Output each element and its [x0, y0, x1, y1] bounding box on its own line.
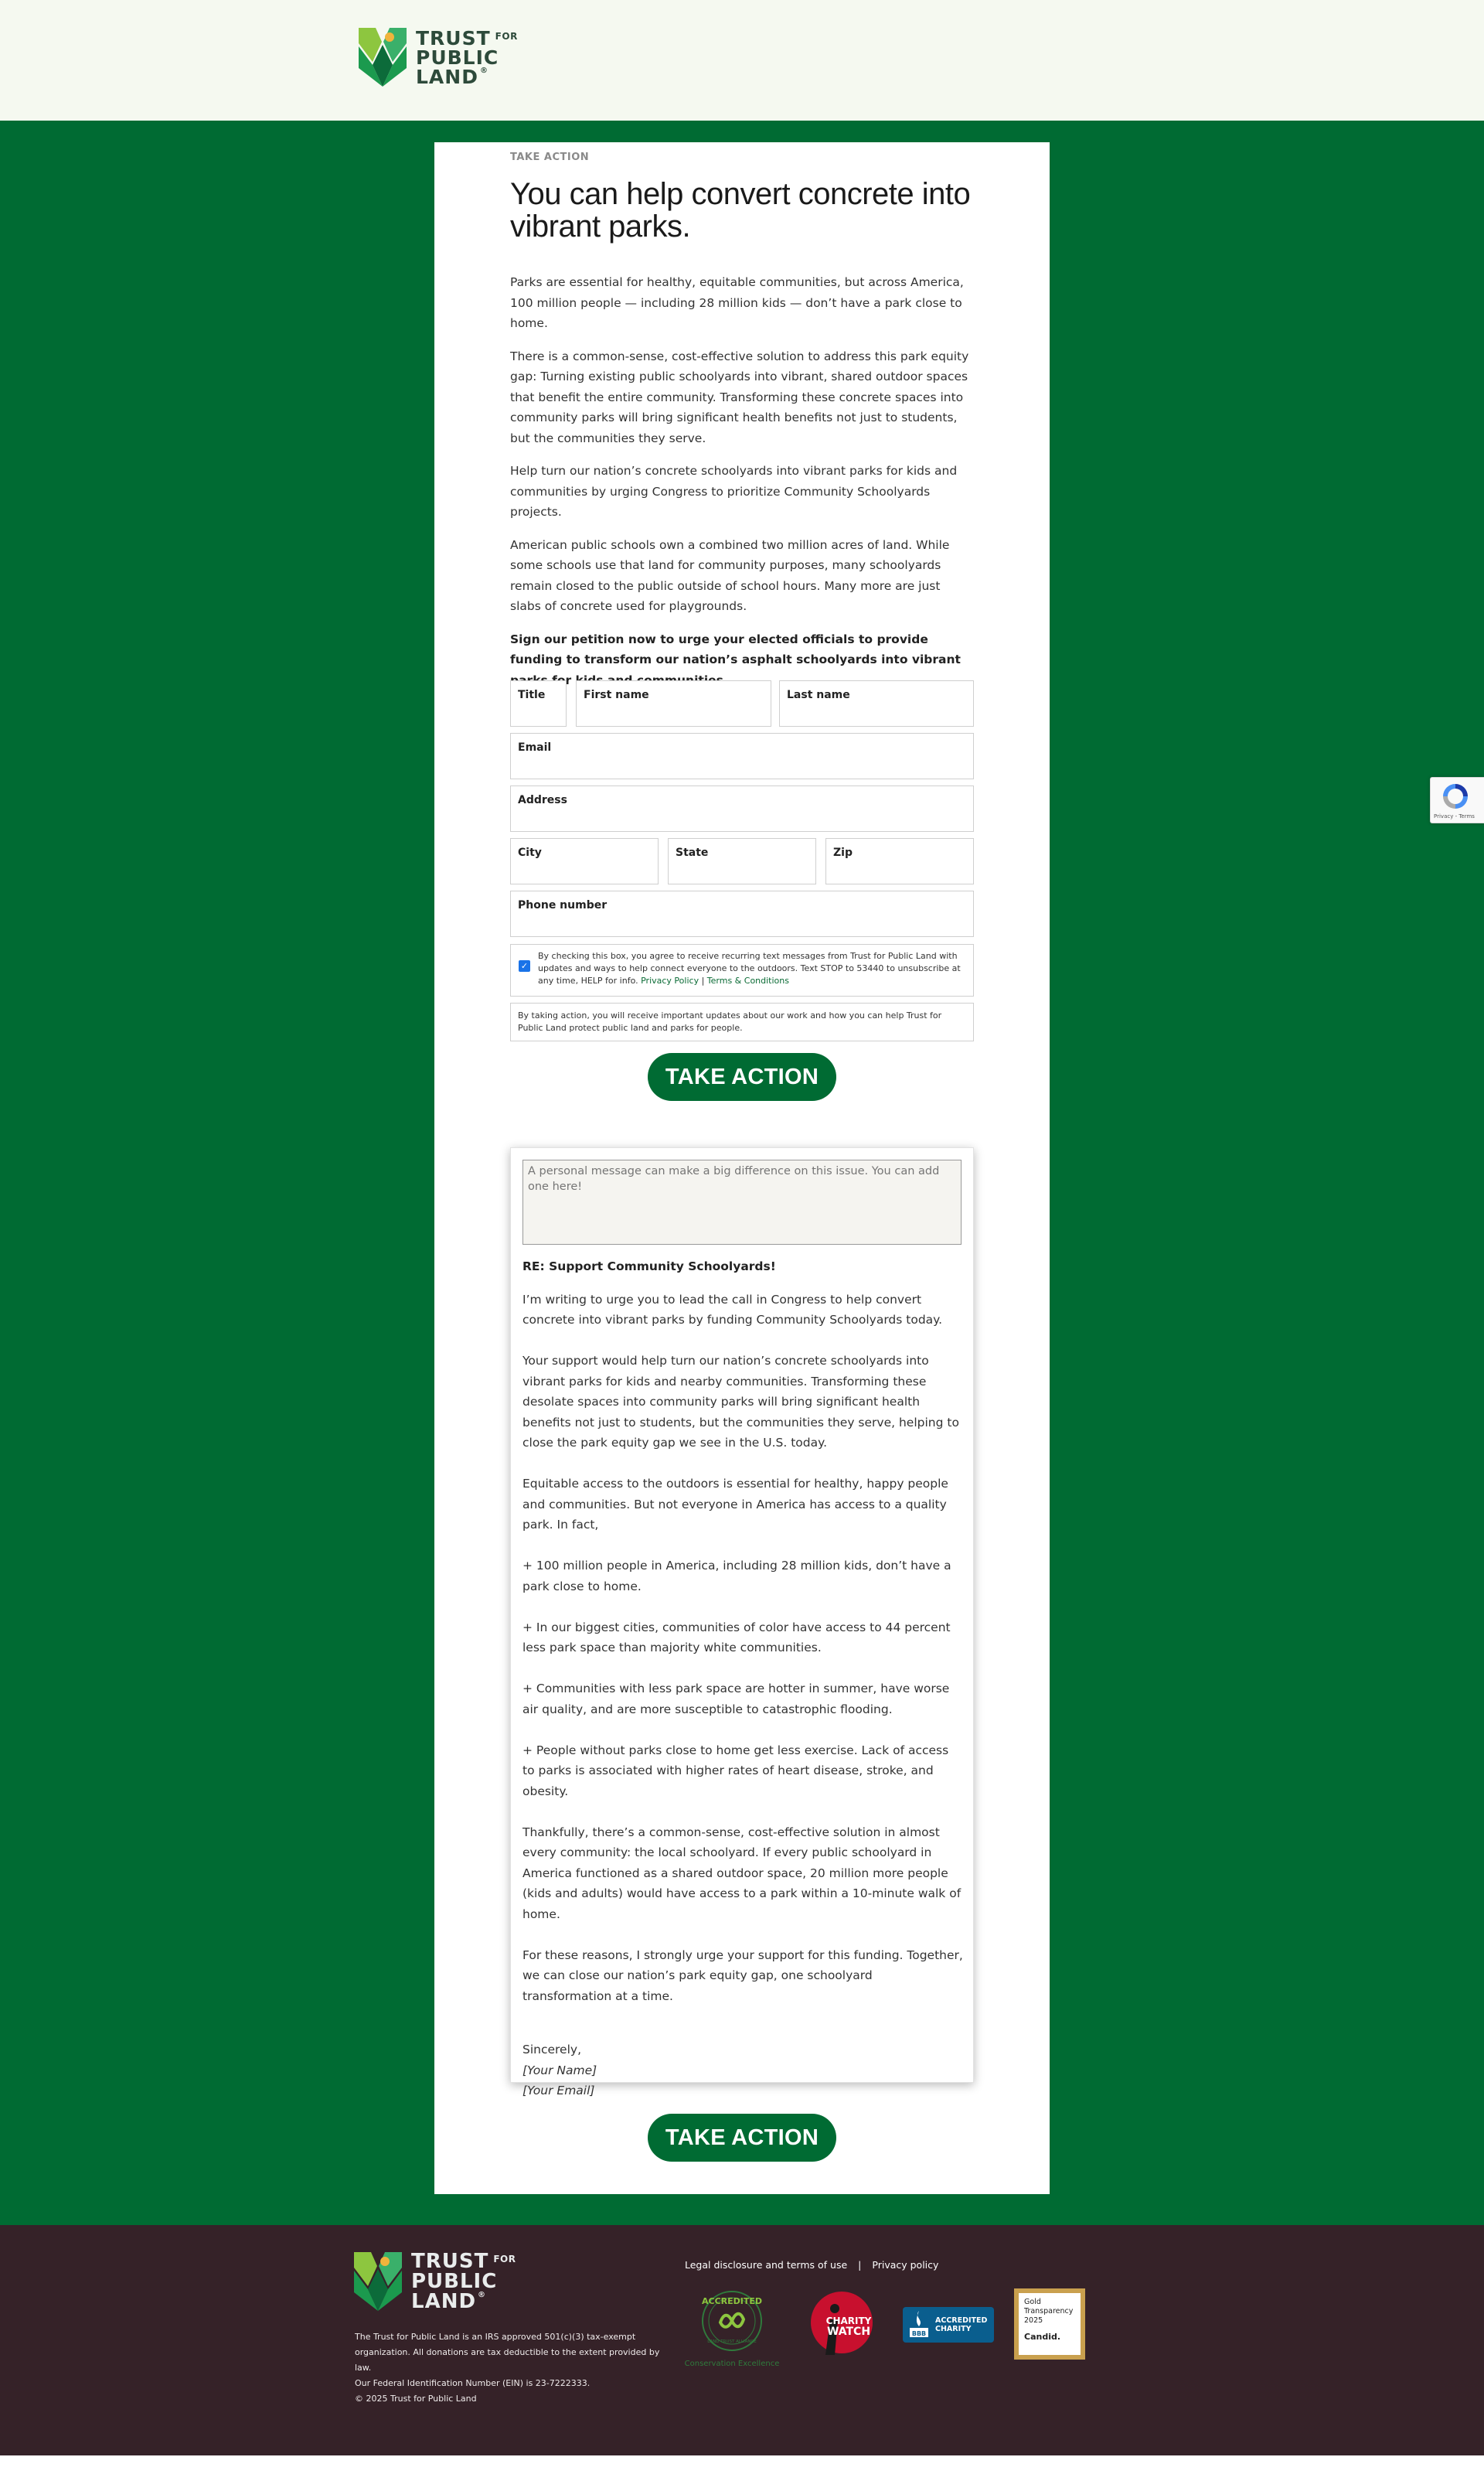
tpl-logo-icon — [354, 2252, 402, 2311]
letter-closing: Sincerely, — [522, 2043, 582, 2057]
email-field[interactable]: Email — [510, 733, 974, 779]
action-card: TAKE ACTION You can help convert concret… — [434, 142, 1050, 2194]
svg-text:Conservation Excellence: Conservation Excellence — [685, 2360, 780, 2368]
state-field[interactable]: State — [668, 838, 816, 884]
terms-conditions-link[interactable]: Terms & Conditions — [707, 976, 789, 986]
intro-paragraph: Parks are essential for healthy, equitab… — [510, 275, 964, 330]
phone-label: Phone number — [518, 899, 608, 912]
privacy-policy-link[interactable]: Privacy Policy — [641, 976, 699, 986]
bbb-torch-icon: BBB — [906, 2309, 932, 2340]
svg-text:LAND TRUST ALLIANCE: LAND TRUST ALLIANCE — [707, 2339, 757, 2344]
sms-consent-checkbox[interactable]: ✓ — [519, 960, 530, 972]
phone-field[interactable]: Phone number — [510, 891, 974, 937]
zip-input[interactable] — [832, 862, 967, 879]
letter-paragraph: + 100 million people in America, includi… — [522, 1559, 951, 1593]
first-name-input[interactable] — [583, 704, 764, 721]
accredited-seal-icon: ACCREDITED LAND TRUST ALLIANCE Conservat… — [685, 2291, 780, 2368]
city-label: City — [518, 847, 542, 859]
last-name-label: Last name — [787, 689, 850, 701]
personal-message-input[interactable] — [522, 1160, 962, 1245]
trust-badges: ACCREDITED LAND TRUST ALLIANCE Conservat… — [683, 2288, 1085, 2373]
svg-text:ACCREDITED: ACCREDITED — [702, 2296, 762, 2306]
intro-paragraph: American public schools own a combined t… — [510, 537, 950, 614]
letter-name-placeholder: [Your Name] — [522, 2063, 597, 2077]
letter-paragraph: + People without parks close to home get… — [522, 1743, 949, 1798]
city-input[interactable] — [517, 862, 652, 879]
state-input[interactable] — [675, 862, 809, 879]
sms-consent-text: By checking this box, you agree to recei… — [538, 951, 961, 986]
letter-paragraph: For these reasons, I strongly urge your … — [522, 1948, 963, 2003]
logo-wordmark: TRUST FOR PUBLIC LAND ® — [416, 26, 518, 88]
page-title: You can help convert concrete into vibra… — [510, 177, 971, 244]
title-input[interactable] — [517, 704, 560, 721]
svg-text:BBB: BBB — [912, 2330, 926, 2337]
zip-field[interactable]: Zip — [825, 838, 974, 884]
letter-paragraph: Your support would help turn our nation’… — [522, 1354, 959, 1450]
header-logo[interactable]: TRUST FOR PUBLIC LAND ® — [359, 28, 518, 87]
letter-body: RE: Support Community Schoolyards! I’m w… — [522, 1256, 963, 2101]
intro-paragraph: Help turn our nation’s concrete schoolya… — [510, 464, 958, 519]
letter-email-placeholder: [Your Email] — [522, 2084, 595, 2097]
letter-signature: Sincerely, [Your Name] [Your Email] — [522, 2040, 963, 2101]
eyebrow-label: TAKE ACTION — [510, 152, 590, 163]
intro-paragraph: There is a common-sense, cost-effective … — [510, 349, 969, 445]
footer-logo[interactable]: TRUST FOR PUBLIC LAND ® — [354, 2251, 516, 2312]
title-label: Title — [518, 689, 546, 701]
title-field[interactable]: Title — [510, 680, 567, 727]
svg-text:CHARITY: CHARITY — [826, 2316, 872, 2326]
email-input[interactable] — [517, 757, 967, 774]
intro-text: Parks are essential for healthy, equitab… — [510, 272, 974, 703]
address-field[interactable]: Address — [510, 785, 974, 832]
take-action-button-bottom[interactable]: TAKE ACTION — [648, 2114, 836, 2162]
updates-notice: By taking action, you will receive impor… — [510, 1003, 974, 1041]
accredited-land-trust-badge[interactable]: ACCREDITED LAND TRUST ALLIANCE Conservat… — [683, 2288, 781, 2369]
recaptcha-links[interactable]: Privacy - Terms — [1434, 813, 1475, 820]
state-label: State — [676, 847, 709, 859]
candid-transparency-badge[interactable]: Gold Transparency 2025 Candid. — [1014, 2288, 1085, 2360]
first-name-label: First name — [584, 689, 649, 701]
last-name-input[interactable] — [786, 704, 967, 721]
legal-disclosure-link[interactable]: Legal disclosure and terms of use — [685, 2259, 847, 2271]
phone-input[interactable] — [517, 915, 967, 932]
letter-subject: RE: Support Community Schoolyards! — [522, 1259, 776, 1273]
letter-paragraph: Thankfully, there’s a common-sense, cost… — [522, 1825, 962, 1921]
zip-label: Zip — [833, 847, 853, 859]
letter-paragraph: + Communities with less park space are h… — [522, 1682, 950, 1716]
letter-paragraph: + In our biggest cities, communities of … — [522, 1620, 951, 1655]
charity-watch-badge[interactable]: CHARITY WATCH — [808, 2288, 875, 2358]
recaptcha-badge[interactable]: Privacy - Terms — [1430, 777, 1484, 823]
footer-links: Legal disclosure and terms of use | Priv… — [685, 2259, 939, 2271]
letter-paragraph: I’m writing to urge you to lead the call… — [522, 1292, 943, 1327]
last-name-field[interactable]: Last name — [779, 680, 974, 727]
svg-text:WATCH: WATCH — [827, 2326, 870, 2338]
address-input[interactable] — [517, 809, 967, 826]
letter-paragraph: Equitable access to the outdoors is esse… — [522, 1477, 948, 1532]
city-field[interactable]: City — [510, 838, 659, 884]
email-label: Email — [518, 741, 552, 754]
recaptcha-icon — [1443, 784, 1468, 809]
site-header: TRUST FOR PUBLIC LAND ® — [0, 0, 1484, 121]
site-footer: TRUST FOR PUBLIC LAND ® The Trust for Publ… — [0, 2225, 1484, 2455]
bbb-label: ACCREDITED CHARITY — [935, 2316, 988, 2333]
privacy-policy-footer-link[interactable]: Privacy policy — [872, 2259, 938, 2271]
tpl-logo-icon — [359, 28, 407, 87]
charity-watch-icon: CHARITY WATCH — [811, 2292, 873, 2355]
footer-logo-wordmark: TRUST FOR PUBLIC LAND ® — [411, 2250, 516, 2313]
bbb-accredited-badge[interactable]: BBB ACCREDITED CHARITY — [903, 2307, 994, 2343]
first-name-field[interactable]: First name — [576, 680, 771, 727]
sms-consent: ✓ By checking this box, you agree to rec… — [510, 944, 974, 997]
footer-legal-text: The Trust for Public Land is an IRS appr… — [355, 2332, 660, 2404]
page-bottom-strip — [0, 2455, 1484, 2474]
take-action-button[interactable]: TAKE ACTION — [648, 1053, 836, 1101]
address-label: Address — [518, 794, 567, 806]
letter-preview: RE: Support Community Schoolyards! I’m w… — [510, 1147, 974, 2097]
